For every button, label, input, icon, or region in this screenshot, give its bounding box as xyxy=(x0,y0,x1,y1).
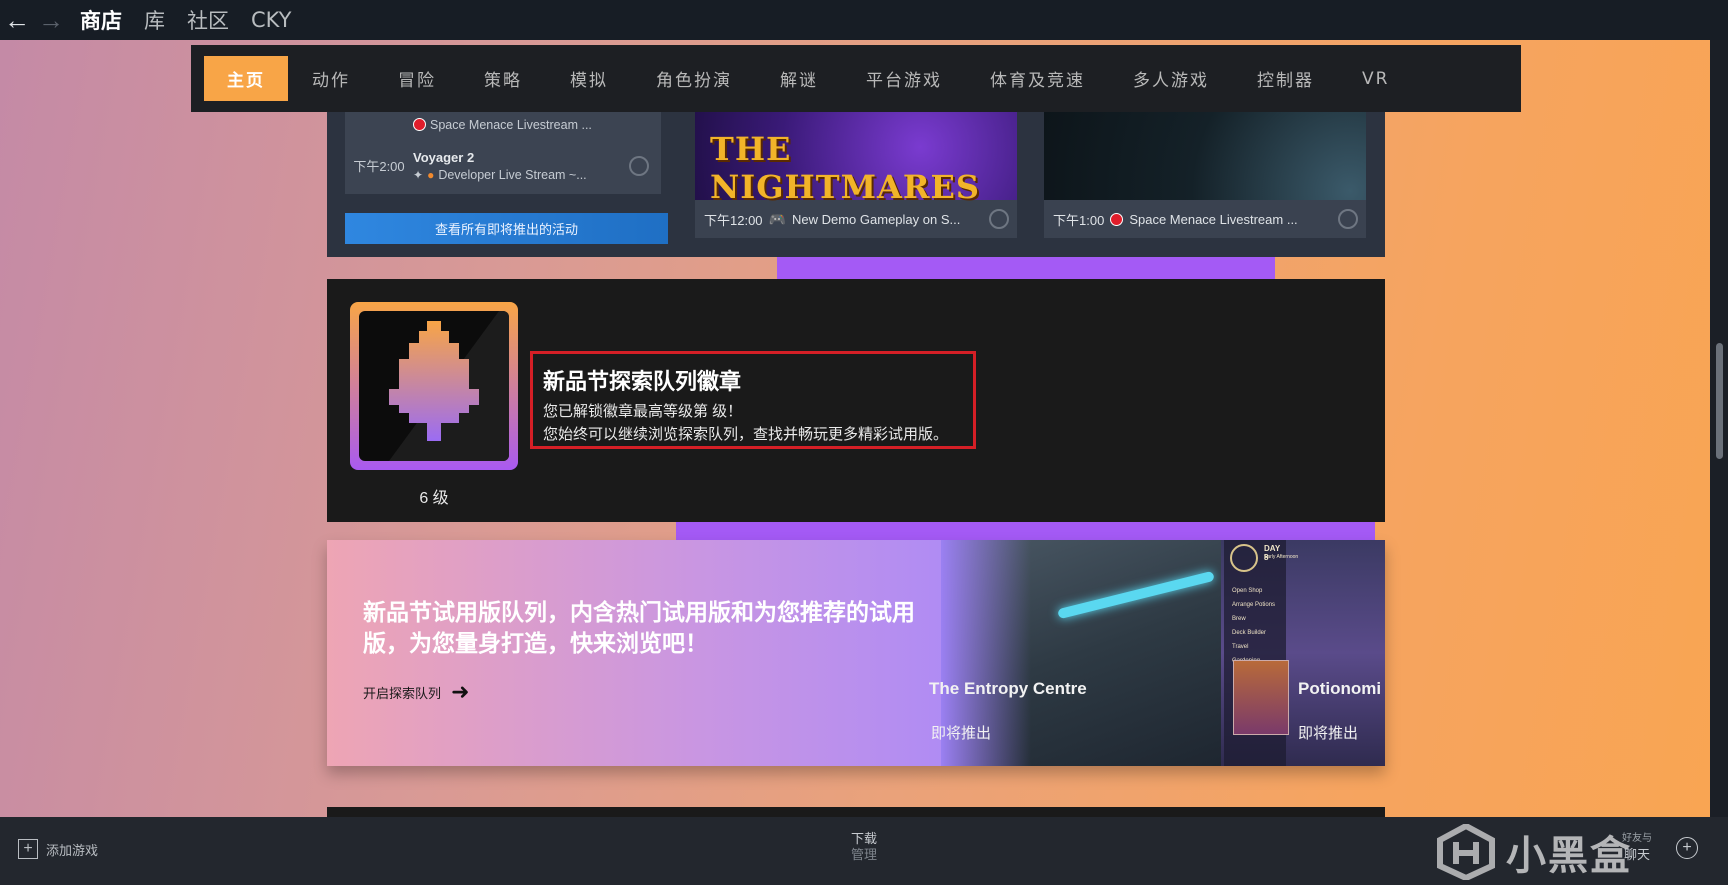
chat-label-line2: 聊天 xyxy=(1623,847,1650,862)
broadcast-icon xyxy=(1338,209,1358,229)
live-dot-icon xyxy=(413,118,426,131)
queue-headline: 新品节试用版队列，内含热门试用版和为您推荐的试用版，为您量身打造，快来浏览吧！ xyxy=(363,599,915,656)
plus-icon: + xyxy=(18,839,38,859)
start-queue-label: 开启探索队列 xyxy=(363,685,442,701)
watermark-text: 小黑盒 xyxy=(1506,833,1632,879)
badge-panel: 6 级 新品节探索队列徽章 您已解锁徽章最高等级第 级！ 您始终可以继续浏览探索… xyxy=(327,279,1385,522)
game-ui-sidebar: DAY 8 Early Afternoon Open Shop Arrange … xyxy=(1224,540,1298,766)
live-dot-icon xyxy=(1110,212,1124,226)
main-nav: 商店 库 社区 CKY xyxy=(80,5,292,35)
menu-item: Open Shop xyxy=(1232,588,1263,594)
game-logo-text: THE NIGHTMARES xyxy=(710,130,980,206)
event-caption: 下午1:00 Space Menace Livestream ... xyxy=(1044,200,1366,238)
broadcast-icon xyxy=(629,155,649,176)
category-sports-racing[interactable]: 体育及竞速 xyxy=(966,56,1109,101)
gamepad-icon: 🎮 xyxy=(768,210,786,227)
category-multiplayer[interactable]: 多人游戏 xyxy=(1109,56,1233,101)
badge-info-highlight: 新品节探索队列徽章 您已解锁徽章最高等级第 级！ 您始终可以继续浏览探索队列，查… xyxy=(530,351,976,449)
event-time: 下午1:00 xyxy=(1053,212,1105,228)
event-subtitle: Space Menace Livestream ... xyxy=(413,118,592,132)
event-title: Voyager 2 xyxy=(413,149,475,165)
event-time: 下午12:00 xyxy=(704,212,763,228)
event-title: New Demo Gameplay on S... xyxy=(791,211,961,227)
upcoming-events-panel: Space Menace Livestream ... 下午2:00 Voyag… xyxy=(327,104,1385,257)
laser-beam-art xyxy=(1057,570,1215,620)
arrow-right-icon: ➜ xyxy=(451,679,470,704)
event-title: Space Menace Livestream ... xyxy=(1129,211,1298,227)
game-title: Potionomi xyxy=(1298,679,1382,698)
event-text: Voyager 2 ✦ ● Developer Live Stream ~... xyxy=(413,150,587,182)
chat-label-line1: 好友与 xyxy=(1622,833,1652,844)
broadcast-icon xyxy=(989,209,1009,229)
category-action[interactable]: 动作 xyxy=(288,56,374,101)
menu-item: Travel xyxy=(1232,644,1249,650)
event-caption: 下午12:00 🎮 New Demo Gameplay on S... xyxy=(695,200,1017,238)
menu-item: Arrange Potions xyxy=(1232,602,1276,608)
game-title: The Entropy Centre xyxy=(929,679,1087,698)
menu-item: Deck Builder xyxy=(1232,630,1267,636)
category-nav: 主页 动作 冒险 策略 模拟 角色扮演 解谜 平台游戏 体育及竞速 多人游戏 控… xyxy=(191,45,1521,112)
game-status: 即将推出 xyxy=(931,725,992,742)
event-thumbnail-image: THE NIGHTMARES xyxy=(695,112,1017,206)
badge-icon xyxy=(359,311,509,461)
scrollbar-thumb[interactable] xyxy=(1716,343,1723,459)
event-subtitle: ✦ ● Developer Live Stream ~... xyxy=(413,168,587,182)
downloads-button[interactable]: 下载 管理 xyxy=(820,831,908,863)
clock-icon xyxy=(1230,544,1258,572)
event-thumbnail-card[interactable]: 下午1:00 Space Menace Livestream ... xyxy=(1044,112,1366,238)
badge-level: 6 级 xyxy=(419,490,449,507)
nav-library[interactable]: 库 xyxy=(144,5,165,35)
event-time: 下午2:00 xyxy=(353,159,405,174)
badge-description-line: 您始终可以继续浏览探索队列，查找并畅玩更多精彩试用版。 xyxy=(543,426,949,443)
back-arrow-icon[interactable]: ← xyxy=(0,0,34,40)
top-menu-bar: ← → 商店 库 社区 CKY xyxy=(0,0,1728,40)
nav-community[interactable]: 社区 xyxy=(187,5,229,35)
nav-profile[interactable]: CKY xyxy=(251,8,292,32)
category-home[interactable]: 主页 xyxy=(204,56,288,101)
downloads-sub-label: 管理 xyxy=(850,847,877,862)
event-row[interactable]: 下午2:00 Voyager 2 ✦ ● Developer Live Stre… xyxy=(345,137,661,194)
start-queue-link[interactable]: 开启探索队列 ➜ xyxy=(363,679,469,705)
category-simulation[interactable]: 模拟 xyxy=(546,56,632,101)
event-thumbnail-card[interactable]: THE NIGHTMARES 下午12:00 🎮 New Demo Gamepl… xyxy=(695,112,1017,238)
badge-title: 新品节探索队列徽章 xyxy=(543,369,742,394)
category-platformer[interactable]: 平台游戏 xyxy=(842,56,966,101)
category-controller[interactable]: 控制器 xyxy=(1233,56,1338,101)
nav-store[interactable]: 商店 xyxy=(80,5,122,35)
queue-game-card[interactable]: DAY 8 Early Afternoon Open Shop Arrange … xyxy=(1221,540,1385,766)
category-adventure[interactable]: 冒险 xyxy=(374,56,460,101)
watermark-logo-icon xyxy=(1436,822,1496,882)
bottom-bar: + 添加游戏 下载 管理 小黑盒 好友与 聊天 + xyxy=(0,817,1728,885)
see-all-events-button[interactable]: 查看所有即将推出的活动 xyxy=(345,213,668,244)
menu-item: Brew xyxy=(1232,616,1246,622)
game-status: 即将推出 xyxy=(1298,725,1359,742)
category-strategy[interactable]: 策略 xyxy=(460,56,546,101)
add-game-label: 添加游戏 xyxy=(46,842,99,858)
discovery-queue-banner[interactable]: 新品节试用版队列，内含热门试用版和为您推荐的试用版，为您量身打造，快来浏览吧！ … xyxy=(327,540,1385,766)
category-rpg[interactable]: 角色扮演 xyxy=(632,56,756,101)
decorative-strip xyxy=(676,522,1375,540)
game-menu: Open Shop Arrange Potions Brew Deck Buil… xyxy=(1232,584,1275,668)
category-puzzle[interactable]: 解谜 xyxy=(756,56,842,101)
next-section-panel xyxy=(327,807,1385,817)
add-game-button[interactable]: + 添加游戏 xyxy=(18,839,98,859)
event-subtitle-text: Developer Live Stream ~... xyxy=(438,167,587,182)
badge-description-line: 您已解锁徽章最高等级第 级！ xyxy=(543,403,743,420)
decorative-strip xyxy=(777,257,1275,279)
downloads-label: 下载 xyxy=(850,831,877,846)
planet-icon: ● xyxy=(427,167,435,182)
forward-arrow-icon[interactable]: → xyxy=(34,0,68,40)
time-of-day-label: Early Afternoon xyxy=(1264,554,1299,560)
scrollbar-track[interactable] xyxy=(1710,40,1728,817)
event-subtitle-text: Space Menace Livestream ... xyxy=(430,117,592,132)
friends-chat-button[interactable]: 好友与 聊天 xyxy=(1622,831,1652,863)
event-thumbnail-image xyxy=(1044,112,1366,200)
category-vr[interactable]: VR xyxy=(1338,56,1413,101)
satellite-icon: ✦ xyxy=(413,167,424,182)
game-cover-art xyxy=(1233,660,1289,735)
add-friend-icon[interactable]: + xyxy=(1676,837,1698,859)
badge-frame xyxy=(350,302,518,470)
queue-game-card[interactable]: The Entropy Centre 即将推出 xyxy=(929,540,1226,766)
